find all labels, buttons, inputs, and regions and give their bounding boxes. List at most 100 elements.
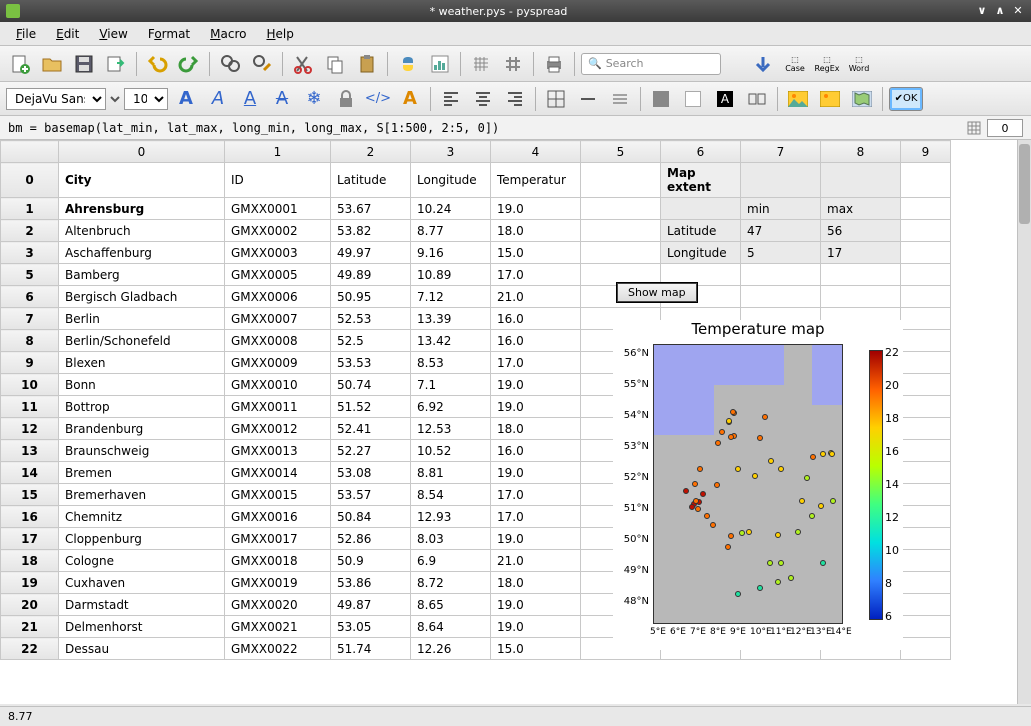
find-icon[interactable]: [216, 50, 244, 78]
sheet-indicator[interactable]: 0: [987, 119, 1023, 137]
grid-large-icon[interactable]: [499, 50, 527, 78]
grid-small-icon[interactable]: [467, 50, 495, 78]
cell[interactable]: 53.57: [331, 484, 411, 506]
cell[interactable]: [901, 528, 951, 550]
cell[interactable]: [741, 163, 821, 198]
snowflake-icon[interactable]: ❄: [300, 85, 328, 113]
row-header[interactable]: 6: [1, 286, 59, 308]
row-header[interactable]: 10: [1, 374, 59, 396]
cell[interactable]: 8.81: [411, 462, 491, 484]
cell[interactable]: 50.74: [331, 374, 411, 396]
cell[interactable]: GMXX0017: [225, 528, 331, 550]
redo-icon[interactable]: [175, 50, 203, 78]
align-center-icon[interactable]: [469, 85, 497, 113]
cell[interactable]: GMXX0003: [225, 242, 331, 264]
cell[interactable]: 6.92: [411, 396, 491, 418]
cell[interactable]: GMXX0008: [225, 330, 331, 352]
cell[interactable]: 18.0: [491, 220, 581, 242]
cell[interactable]: 12.53: [411, 418, 491, 440]
cell[interactable]: GMXX0011: [225, 396, 331, 418]
row-header[interactable]: 21: [1, 616, 59, 638]
cell[interactable]: [901, 440, 951, 462]
cell[interactable]: Bremen: [59, 462, 225, 484]
row-header[interactable]: 2: [1, 220, 59, 242]
cell[interactable]: 19.0: [491, 374, 581, 396]
close-button[interactable]: ✕: [1011, 4, 1025, 18]
python-icon[interactable]: [394, 50, 422, 78]
cell[interactable]: 49.89: [331, 264, 411, 286]
cell[interactable]: Cuxhaven: [59, 572, 225, 594]
cell[interactable]: Latitude: [661, 220, 741, 242]
cell[interactable]: [581, 242, 661, 264]
search-input[interactable]: 🔍 Search: [581, 53, 721, 75]
cell[interactable]: 53.05: [331, 616, 411, 638]
cell[interactable]: 50.9: [331, 550, 411, 572]
cell[interactable]: 12.93: [411, 506, 491, 528]
row-header[interactable]: 7: [1, 308, 59, 330]
cell[interactable]: 13.39: [411, 308, 491, 330]
row-header[interactable]: 1: [1, 198, 59, 220]
cell[interactable]: [901, 330, 951, 352]
print-icon[interactable]: [540, 50, 568, 78]
italic-icon[interactable]: A: [204, 85, 232, 113]
cell[interactable]: Braunschweig: [59, 440, 225, 462]
cell[interactable]: 8.53: [411, 352, 491, 374]
cell[interactable]: 16.0: [491, 308, 581, 330]
menu-macro[interactable]: Macro: [200, 25, 256, 43]
cell[interactable]: GMXX0022: [225, 638, 331, 660]
row-header[interactable]: 0: [1, 163, 59, 198]
new-file-icon[interactable]: [6, 50, 34, 78]
cell[interactable]: 53.08: [331, 462, 411, 484]
cell[interactable]: 8.64: [411, 616, 491, 638]
cell[interactable]: Latitude: [331, 163, 411, 198]
cell[interactable]: Aschaffenburg: [59, 242, 225, 264]
chart-icon[interactable]: [426, 50, 454, 78]
cell[interactable]: Map extent: [661, 163, 741, 198]
align-right-icon[interactable]: [501, 85, 529, 113]
down-arrow-icon[interactable]: [749, 50, 777, 78]
cell[interactable]: 19.0: [491, 594, 581, 616]
cell[interactable]: 52.5: [331, 330, 411, 352]
cell[interactable]: Dessau: [59, 638, 225, 660]
cell[interactable]: GMXX0009: [225, 352, 331, 374]
maximize-button[interactable]: ∧: [993, 4, 1007, 18]
show-map-button[interactable]: Show map: [617, 283, 697, 302]
cell[interactable]: GMXX0021: [225, 616, 331, 638]
undo-icon[interactable]: [143, 50, 171, 78]
cell[interactable]: GMXX0007: [225, 308, 331, 330]
cell[interactable]: 17.0: [491, 506, 581, 528]
border-width-icon[interactable]: [606, 85, 634, 113]
cell[interactable]: [901, 506, 951, 528]
cell[interactable]: Bergisch Gladbach: [59, 286, 225, 308]
row-header[interactable]: 13: [1, 440, 59, 462]
cell[interactable]: 17.0: [491, 264, 581, 286]
col-header[interactable]: 6: [661, 141, 741, 163]
row-header[interactable]: 15: [1, 484, 59, 506]
cell[interactable]: 19.0: [491, 528, 581, 550]
map-icon[interactable]: [848, 85, 876, 113]
cut-icon[interactable]: [289, 50, 317, 78]
cell[interactable]: [901, 264, 951, 286]
cell[interactable]: 51.52: [331, 396, 411, 418]
cell[interactable]: 17: [821, 242, 901, 264]
cell[interactable]: [901, 220, 951, 242]
save-file-icon[interactable]: [70, 50, 98, 78]
cell[interactable]: 16.0: [491, 440, 581, 462]
cell[interactable]: 52.41: [331, 418, 411, 440]
cell[interactable]: 8.77: [411, 220, 491, 242]
word-toggle[interactable]: ⬚Word: [845, 50, 873, 78]
cell[interactable]: 8.54: [411, 484, 491, 506]
case-toggle[interactable]: ⬚Case: [781, 50, 809, 78]
cell[interactable]: 15.0: [491, 242, 581, 264]
cell[interactable]: Ahrensburg: [59, 198, 225, 220]
cell[interactable]: Bonn: [59, 374, 225, 396]
fill-white-icon[interactable]: [679, 85, 707, 113]
cell[interactable]: Cloppenburg: [59, 528, 225, 550]
cell[interactable]: [741, 264, 821, 286]
cell[interactable]: max: [821, 198, 901, 220]
cell[interactable]: Temperatur: [491, 163, 581, 198]
cell[interactable]: [901, 418, 951, 440]
cell[interactable]: [901, 163, 951, 198]
underline-icon[interactable]: A: [236, 85, 264, 113]
menu-view[interactable]: View: [89, 25, 137, 43]
